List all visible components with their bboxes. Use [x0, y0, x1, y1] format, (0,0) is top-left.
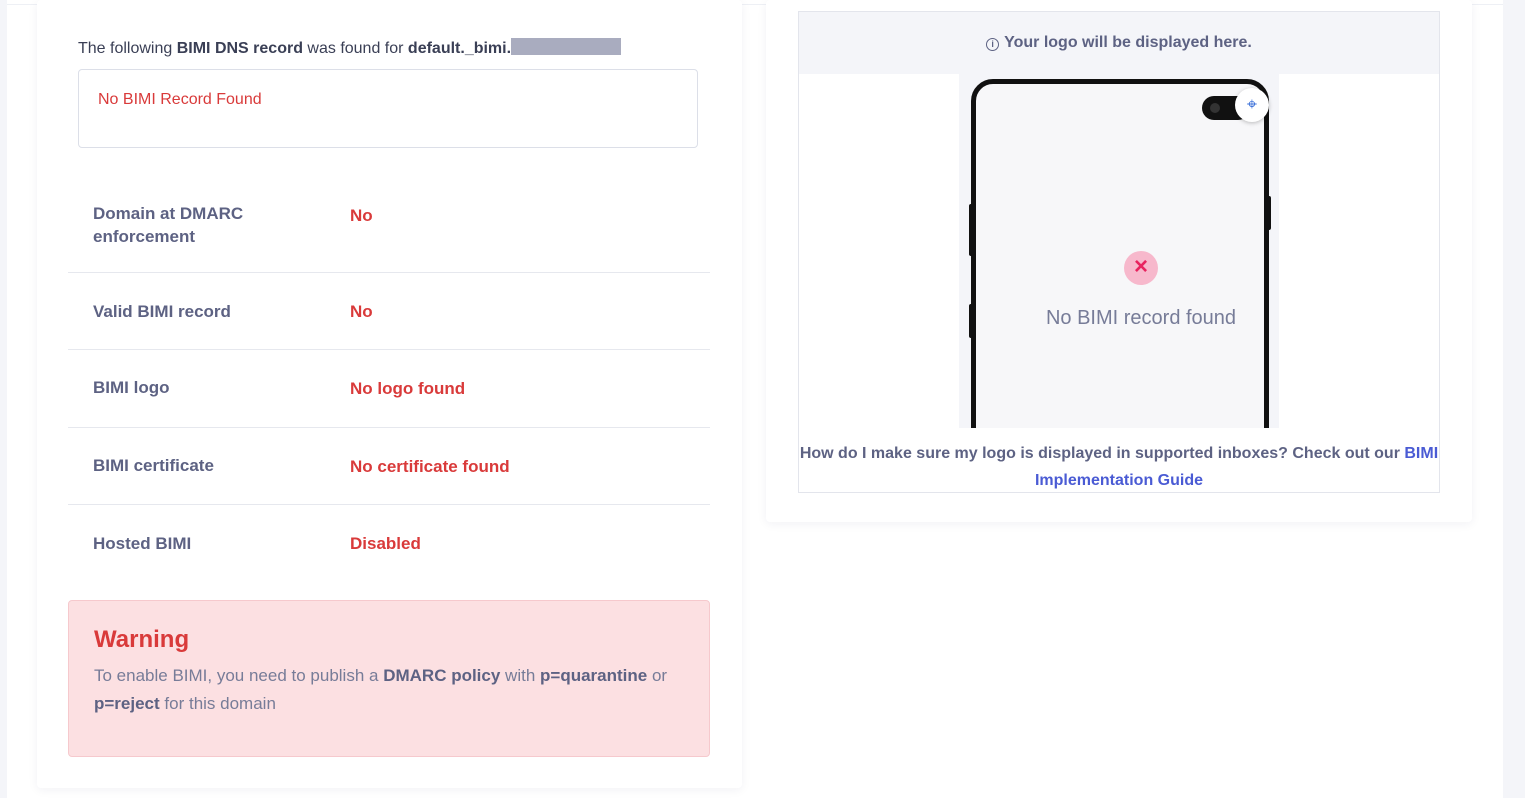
info-icon: i [986, 38, 1000, 51]
quarantine-term: p=quarantine [540, 666, 648, 685]
phone-screen: × No BIMI record found [971, 79, 1269, 428]
check-label: Domain at DMARC enforcement [93, 204, 244, 246]
preview-header: i Your logo will be displayed here. [799, 12, 1439, 74]
record-domain: default._bimi. [407, 40, 512, 57]
check-label: BIMI logo [93, 378, 170, 397]
help-text: How do I make sure my logo is displayed … [799, 445, 1439, 489]
warning-text: To enable BIMI, you need to publish a DM… [94, 666, 668, 713]
warning-alert: Warning To enable BIMI, you need to publ… [68, 600, 710, 757]
check-value: No [350, 206, 373, 225]
check-value: No certificate found [350, 457, 510, 476]
redacted-domain [511, 38, 622, 55]
check-label: Valid BIMI record [93, 302, 231, 321]
record-type: BIMI DNS record [176, 40, 303, 57]
record-found-line: The following BIMI DNS record was found … [78, 38, 622, 58]
warning-title: Warning [94, 626, 190, 653]
focus-scan-icon[interactable]: ⌖ [1235, 88, 1269, 122]
record-result: No BIMI Record Found [98, 91, 262, 108]
check-value: No [350, 302, 373, 321]
record-middle: was found for [302, 40, 408, 57]
checks-table: Domain at DMARC enforcement No Valid BIM… [68, 178, 710, 583]
check-label: BIMI certificate [93, 456, 214, 475]
close-icon: × [1124, 251, 1158, 285]
dmarc-policy-term: DMARC policy [383, 666, 501, 685]
check-value: No logo found [350, 379, 466, 398]
record-prefix: The following [78, 40, 177, 57]
check-row: Valid BIMI record No [68, 273, 710, 350]
phone-mockup: × No BIMI record found ⌖ [959, 74, 1279, 428]
check-row: BIMI logo No logo found [68, 350, 710, 428]
check-label: Hosted BIMI [93, 534, 192, 553]
no-record-text: No BIMI record found [1045, 307, 1237, 329]
record-value-box: No BIMI Record Found [78, 69, 698, 148]
check-row: BIMI certificate No certificate found [68, 428, 710, 505]
check-row: Hosted BIMI Disabled [68, 505, 710, 583]
logo-preview-box: i Your logo will be displayed here. × No … [798, 11, 1440, 493]
page: The following BIMI DNS record was found … [0, 0, 1525, 798]
check-row: Domain at DMARC enforcement No [68, 178, 710, 273]
reject-term: p=reject [94, 694, 160, 713]
check-value: Disabled [350, 534, 421, 553]
preview-title: i Your logo will be displayed here. [986, 34, 1252, 52]
